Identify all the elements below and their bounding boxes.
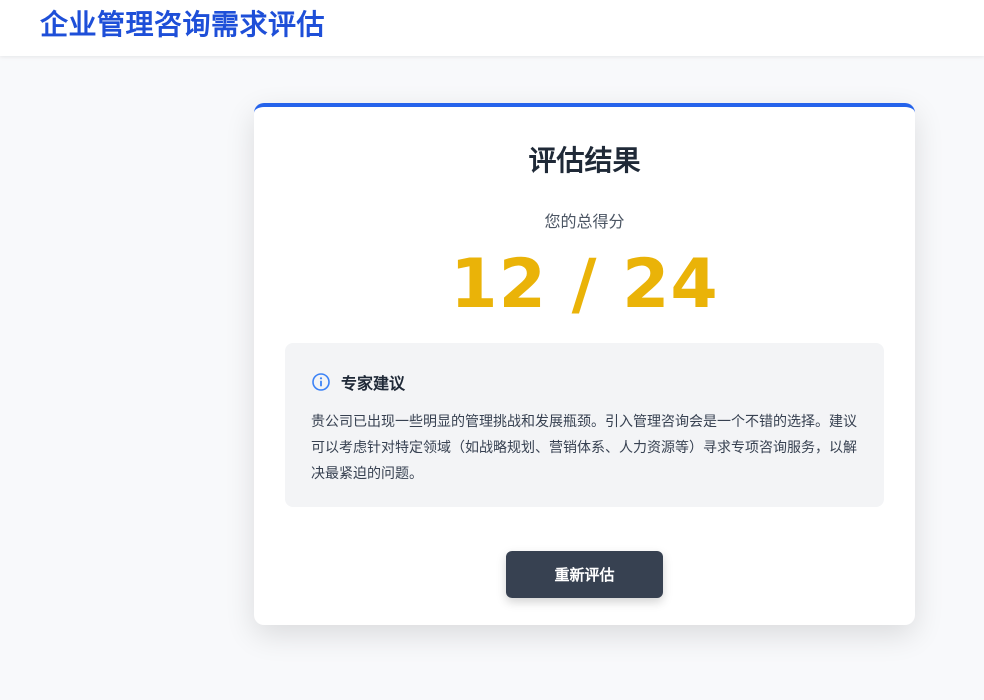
total-score: 12 / 24: [450, 245, 719, 324]
info-icon: [311, 372, 331, 392]
result-card: 评估结果 您的总得分 12 / 24 专家建议 贵公司已出现一些明显的管理挑战和…: [254, 103, 915, 625]
score-label: 您的总得分: [544, 212, 625, 231]
app-header: 企业管理咨询需求评估: [0, 0, 984, 56]
advice-header: 专家建议: [311, 371, 405, 393]
advice-text: 贵公司已出现一些明显的管理挑战和发展瓶颈。引入管理咨询会是一个不错的选择。建议可…: [311, 414, 857, 482]
advice-title: 专家建议: [341, 374, 406, 393]
expert-advice-panel: 专家建议 贵公司已出现一些明显的管理挑战和发展瓶颈。引入管理咨询会是一个不错的选…: [285, 343, 884, 507]
app-title: 企业管理咨询需求评估: [40, 8, 326, 41]
reassess-button[interactable]: 重新评估: [506, 551, 663, 598]
result-title: 评估结果: [528, 144, 641, 177]
